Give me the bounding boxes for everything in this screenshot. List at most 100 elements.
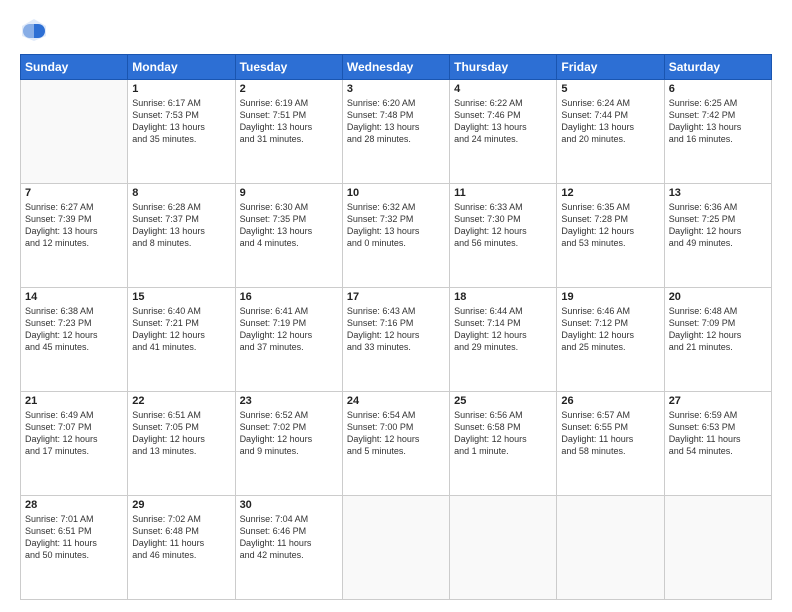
calendar-cell: 5 Sunrise: 6:24 AM Sunset: 7:44 PM Daylig…: [557, 80, 664, 184]
calendar-cell: [342, 496, 449, 600]
calendar-cell: 17 Sunrise: 6:43 AM Sunset: 7:16 PM Dayli…: [342, 288, 449, 392]
calendar-cell: [450, 496, 557, 600]
logo-icon: [20, 16, 48, 44]
logo: [20, 16, 52, 44]
calendar-cell: 15Sunrise: 6:40 AM Sunset: 7:21 PM Dayli…: [128, 288, 235, 392]
day-number: 16: [240, 291, 338, 303]
cell-info: Sunrise: 7:02 AM Sunset: 6:48 PM Dayligh…: [132, 513, 230, 562]
calendar-cell: [21, 80, 128, 184]
cell-info: Sunrise: 6:44 AM Sunset: 7:14 PM Dayligh…: [454, 305, 552, 354]
calendar-cell: 9 Sunrise: 6:30 AM Sunset: 7:35 PM Daylig…: [235, 184, 342, 288]
cell-info: Sunrise: 6:20 AM Sunset: 7:48 PM Dayligh…: [347, 97, 445, 146]
col-header-saturday: Saturday: [664, 55, 771, 80]
cell-info: Sunrise: 6:59 AM Sunset: 6:53 PM Dayligh…: [669, 409, 767, 458]
week-row-4: 21 Sunrise: 6:49 AM Sunset: 7:07 PM Dayli…: [21, 392, 772, 496]
week-row-2: 7Sunrise: 6:27 AM Sunset: 7:39 PM Daylig…: [21, 184, 772, 288]
day-number: 19: [561, 291, 659, 303]
cell-info: Sunrise: 6:41 AM Sunset: 7:19 PM Dayligh…: [240, 305, 338, 354]
calendar-cell: 30Sunrise: 7:04 AM Sunset: 6:46 PM Dayli…: [235, 496, 342, 600]
day-number: 29: [132, 499, 230, 511]
week-row-3: 14 Sunrise: 6:38 AM Sunset: 7:23 PM Dayli…: [21, 288, 772, 392]
col-header-tuesday: Tuesday: [235, 55, 342, 80]
cell-info: Sunrise: 6:32 AM Sunset: 7:32 PM Dayligh…: [347, 201, 445, 250]
calendar-header-row: SundayMondayTuesdayWednesdayThursdayFrid…: [21, 55, 772, 80]
cell-info: Sunrise: 6:33 AM Sunset: 7:30 PM Dayligh…: [454, 201, 552, 250]
header: [20, 16, 772, 44]
calendar-cell: 16 Sunrise: 6:41 AM Sunset: 7:19 PM Dayli…: [235, 288, 342, 392]
cell-info: Sunrise: 6:28 AM Sunset: 7:37 PM Dayligh…: [132, 201, 230, 250]
cell-info: Sunrise: 6:25 AM Sunset: 7:42 PM Dayligh…: [669, 97, 767, 146]
page: SundayMondayTuesdayWednesdayThursdayFrid…: [0, 0, 792, 612]
cell-info: Sunrise: 6:52 AM Sunset: 7:02 PM Dayligh…: [240, 409, 338, 458]
calendar-cell: 25 Sunrise: 6:56 AM Sunset: 6:58 PM Dayli…: [450, 392, 557, 496]
cell-info: Sunrise: 7:01 AM Sunset: 6:51 PM Dayligh…: [25, 513, 123, 562]
calendar-cell: 19 Sunrise: 6:46 AM Sunset: 7:12 PM Dayli…: [557, 288, 664, 392]
cell-info: Sunrise: 6:43 AM Sunset: 7:16 PM Dayligh…: [347, 305, 445, 354]
calendar-cell: 26 Sunrise: 6:57 AM Sunset: 6:55 PM Dayli…: [557, 392, 664, 496]
cell-info: Sunrise: 6:38 AM Sunset: 7:23 PM Dayligh…: [25, 305, 123, 354]
day-number: 5: [561, 83, 659, 95]
col-header-thursday: Thursday: [450, 55, 557, 80]
col-header-friday: Friday: [557, 55, 664, 80]
calendar-cell: 21 Sunrise: 6:49 AM Sunset: 7:07 PM Dayli…: [21, 392, 128, 496]
calendar-cell: 2Sunrise: 6:19 AM Sunset: 7:51 PM Daylig…: [235, 80, 342, 184]
cell-info: Sunrise: 6:57 AM Sunset: 6:55 PM Dayligh…: [561, 409, 659, 458]
day-number: 4: [454, 83, 552, 95]
cell-info: Sunrise: 6:35 AM Sunset: 7:28 PM Dayligh…: [561, 201, 659, 250]
day-number: 11: [454, 187, 552, 199]
cell-info: Sunrise: 6:40 AM Sunset: 7:21 PM Dayligh…: [132, 305, 230, 354]
cell-info: Sunrise: 6:46 AM Sunset: 7:12 PM Dayligh…: [561, 305, 659, 354]
calendar-cell: 22 Sunrise: 6:51 AM Sunset: 7:05 PM Dayli…: [128, 392, 235, 496]
calendar-cell: 11 Sunrise: 6:33 AM Sunset: 7:30 PM Dayli…: [450, 184, 557, 288]
day-number: 9: [240, 187, 338, 199]
day-number: 12: [561, 187, 659, 199]
cell-info: Sunrise: 6:54 AM Sunset: 7:00 PM Dayligh…: [347, 409, 445, 458]
cell-info: Sunrise: 6:48 AM Sunset: 7:09 PM Dayligh…: [669, 305, 767, 354]
day-number: 10: [347, 187, 445, 199]
calendar-cell: 7Sunrise: 6:27 AM Sunset: 7:39 PM Daylig…: [21, 184, 128, 288]
day-number: 6: [669, 83, 767, 95]
calendar-cell: 24 Sunrise: 6:54 AM Sunset: 7:00 PM Dayli…: [342, 392, 449, 496]
calendar-cell: 4 Sunrise: 6:22 AM Sunset: 7:46 PM Daylig…: [450, 80, 557, 184]
cell-info: Sunrise: 6:49 AM Sunset: 7:07 PM Dayligh…: [25, 409, 123, 458]
day-number: 27: [669, 395, 767, 407]
calendar-cell: 8 Sunrise: 6:28 AM Sunset: 7:37 PM Daylig…: [128, 184, 235, 288]
day-number: 20: [669, 291, 767, 303]
day-number: 22: [132, 395, 230, 407]
day-number: 3: [347, 83, 445, 95]
day-number: 26: [561, 395, 659, 407]
day-number: 17: [347, 291, 445, 303]
calendar-cell: 27 Sunrise: 6:59 AM Sunset: 6:53 PM Dayli…: [664, 392, 771, 496]
cell-info: Sunrise: 6:22 AM Sunset: 7:46 PM Dayligh…: [454, 97, 552, 146]
cell-info: Sunrise: 6:30 AM Sunset: 7:35 PM Dayligh…: [240, 201, 338, 250]
day-number: 8: [132, 187, 230, 199]
day-number: 28: [25, 499, 123, 511]
day-number: 18: [454, 291, 552, 303]
col-header-wednesday: Wednesday: [342, 55, 449, 80]
day-number: 14: [25, 291, 123, 303]
day-number: 7: [25, 187, 123, 199]
calendar-cell: 12 Sunrise: 6:35 AM Sunset: 7:28 PM Dayli…: [557, 184, 664, 288]
calendar-cell: [557, 496, 664, 600]
day-number: 21: [25, 395, 123, 407]
day-number: 2: [240, 83, 338, 95]
cell-info: Sunrise: 6:24 AM Sunset: 7:44 PM Dayligh…: [561, 97, 659, 146]
week-row-5: 28 Sunrise: 7:01 AM Sunset: 6:51 PM Dayli…: [21, 496, 772, 600]
cell-info: Sunrise: 6:56 AM Sunset: 6:58 PM Dayligh…: [454, 409, 552, 458]
col-header-sunday: Sunday: [21, 55, 128, 80]
calendar-cell: 20 Sunrise: 6:48 AM Sunset: 7:09 PM Dayli…: [664, 288, 771, 392]
day-number: 13: [669, 187, 767, 199]
day-number: 24: [347, 395, 445, 407]
cell-info: Sunrise: 6:51 AM Sunset: 7:05 PM Dayligh…: [132, 409, 230, 458]
day-number: 1: [132, 83, 230, 95]
calendar-cell: 13 Sunrise: 6:36 AM Sunset: 7:25 PM Dayli…: [664, 184, 771, 288]
cell-info: Sunrise: 6:36 AM Sunset: 7:25 PM Dayligh…: [669, 201, 767, 250]
week-row-1: 1 Sunrise: 6:17 AM Sunset: 7:53 PM Daylig…: [21, 80, 772, 184]
calendar-cell: 10 Sunrise: 6:32 AM Sunset: 7:32 PM Dayli…: [342, 184, 449, 288]
calendar-cell: 29 Sunrise: 7:02 AM Sunset: 6:48 PM Dayli…: [128, 496, 235, 600]
col-header-monday: Monday: [128, 55, 235, 80]
calendar-cell: [664, 496, 771, 600]
cell-info: Sunrise: 6:17 AM Sunset: 7:53 PM Dayligh…: [132, 97, 230, 146]
calendar-table: SundayMondayTuesdayWednesdayThursdayFrid…: [20, 54, 772, 600]
day-number: 25: [454, 395, 552, 407]
